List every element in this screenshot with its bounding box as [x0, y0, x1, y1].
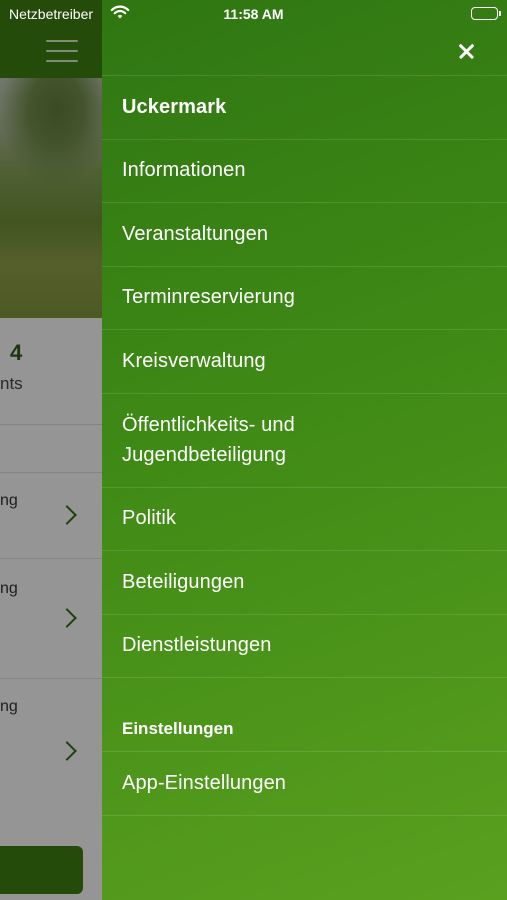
menu-item-app-einstellungen[interactable]: App-Einstellungen — [102, 752, 507, 816]
menu-item-informationen[interactable]: Informationen — [102, 140, 507, 203]
menu-item-terminreservierung[interactable]: Terminreservierung — [102, 267, 507, 330]
navigation-drawer: Uckermark Informationen Veranstaltungen … — [102, 0, 507, 900]
menu-item-uckermark[interactable]: Uckermark — [102, 76, 507, 140]
status-bar: Netzbetreiber 11:58 AM — [0, 0, 507, 30]
battery-icon — [471, 7, 501, 20]
close-icon[interactable] — [451, 36, 481, 66]
menu-item-dienstleistungen[interactable]: Dienstleistungen — [102, 615, 507, 678]
menu-item-beteiligungen[interactable]: Beteiligungen — [102, 551, 507, 615]
background-app: 4 nts ng ng ng — [0, 0, 102, 900]
section-header-einstellungen: Einstellungen — [102, 678, 507, 752]
menu-item-kreisverwaltung[interactable]: Kreisverwaltung — [102, 330, 507, 394]
menu-item-oeffentlichkeitsbeteiligung[interactable]: Öffentlichkeits- und Jugendbeteiligung — [102, 394, 507, 488]
clock: 11:58 AM — [223, 6, 284, 22]
dim-overlay[interactable] — [0, 0, 102, 900]
menu-item-veranstaltungen[interactable]: Veranstaltungen — [102, 203, 507, 267]
menu-item-label: Öffentlichkeits- und Jugendbeteiligung — [122, 414, 295, 466]
menu-item-politik[interactable]: Politik — [102, 488, 507, 551]
